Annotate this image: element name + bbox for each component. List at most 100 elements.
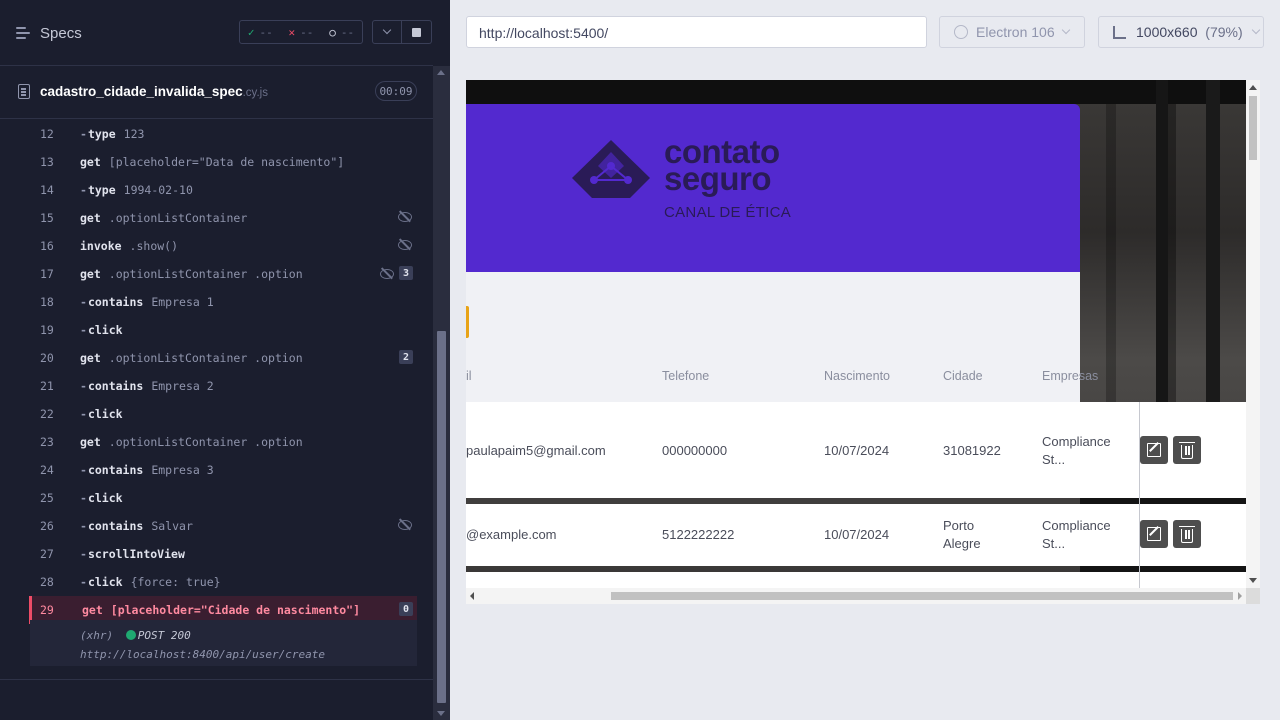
toggle-auto-scroll-button[interactable] bbox=[372, 20, 402, 44]
command-name: get bbox=[82, 603, 103, 617]
command-number: 16 bbox=[40, 239, 54, 253]
element-count-badge: 3 bbox=[399, 266, 413, 280]
viewport-info[interactable]: 1000x660 (79%) bbox=[1098, 16, 1264, 48]
command-row[interactable]: 18 contains Empresa 1 bbox=[30, 288, 417, 316]
document-icon bbox=[18, 84, 30, 99]
browser-label: Electron 106 bbox=[976, 24, 1055, 40]
spec-file-header[interactable]: cadastro_cidade_invalida_spec.cy.js 00:0… bbox=[0, 67, 433, 119]
element-count-badge: 2 bbox=[399, 350, 413, 364]
command-message: [placeholder="Cidade de nascimento"] bbox=[110, 603, 361, 617]
command-row[interactable]: 13 get [placeholder="Data de nascimento"] bbox=[30, 148, 417, 176]
scrollbar-thumb[interactable] bbox=[437, 331, 446, 703]
command-name: contains bbox=[80, 295, 143, 309]
command-row[interactable]: 21 contains Empresa 2 bbox=[30, 372, 417, 400]
command-number: 15 bbox=[40, 211, 54, 225]
command-meta: 3 bbox=[379, 266, 413, 280]
command-message: Salvar bbox=[151, 519, 193, 533]
edit-button[interactable] bbox=[1140, 520, 1168, 548]
spinner-icon: ○ bbox=[329, 25, 336, 39]
stop-icon bbox=[412, 27, 421, 37]
url-bar[interactable]: http://localhost:5400/ bbox=[466, 16, 927, 48]
command-name: click bbox=[80, 407, 123, 421]
command-name: type bbox=[80, 183, 116, 197]
command-number: 24 bbox=[40, 463, 54, 477]
th-email: il bbox=[466, 369, 472, 383]
command-row[interactable]: 16 invoke .show() bbox=[30, 232, 417, 260]
check-icon: ✓ bbox=[247, 25, 255, 39]
command-row[interactable]: 25 click bbox=[30, 484, 417, 512]
chevron-down-icon bbox=[1251, 25, 1260, 35]
command-name: contains bbox=[80, 519, 143, 533]
chevron-down-icon bbox=[1061, 25, 1070, 35]
command-name: click bbox=[80, 491, 123, 505]
scroll-down-icon[interactable] bbox=[437, 711, 445, 716]
specs-list-icon bbox=[16, 27, 30, 39]
specs-toggle[interactable]: Specs bbox=[16, 22, 82, 44]
command-name: get bbox=[80, 435, 101, 449]
command-message: .optionListContainer bbox=[108, 211, 248, 225]
aut-iframe: contato seguro CANAL DE ÉTICA il Telefon… bbox=[466, 80, 1260, 604]
command-row[interactable]: 28 click {force: true} bbox=[30, 568, 417, 596]
command-message: .optionListContainer .option bbox=[108, 351, 303, 365]
stop-button[interactable] bbox=[402, 20, 432, 44]
cypress-reporter: Specs ✓ -- ✕ -- ○ -- cadastro_cidade_invali… bbox=[0, 0, 450, 720]
scrollbar-thumb[interactable] bbox=[1249, 96, 1257, 160]
xhr-url: http://localhost:8400/api/user/create bbox=[80, 648, 326, 661]
test-stats: ✓ -- ✕ -- ○ -- bbox=[239, 20, 363, 44]
command-log: 12 type 123 13 get [placeholder="Data de nasc… bbox=[0, 120, 433, 680]
command-row[interactable]: 24 contains Empresa 3 bbox=[30, 456, 417, 484]
scroll-right-icon[interactable] bbox=[1238, 592, 1242, 600]
scroll-left-icon[interactable] bbox=[470, 592, 474, 600]
command-message: .optionListContainer .option bbox=[108, 435, 303, 449]
command-message: 123 bbox=[123, 127, 145, 141]
command-row[interactable]: 19 click bbox=[30, 316, 417, 344]
cell-birth: 10/07/2024 bbox=[824, 527, 890, 542]
command-row[interactable]: 22 click bbox=[30, 400, 417, 428]
command-number: 28 bbox=[40, 575, 54, 589]
command-message: .optionListContainer .option bbox=[108, 267, 303, 281]
command-row[interactable]: 26 contains Salvar bbox=[30, 512, 417, 540]
command-row[interactable]: 23 get .optionListContainer .option bbox=[30, 428, 417, 456]
command-number: 23 bbox=[40, 435, 54, 449]
command-name: contains bbox=[80, 463, 143, 477]
command-row[interactable]: 17 get .optionListContainer .option 3 bbox=[30, 260, 417, 288]
ruler-icon bbox=[1113, 25, 1126, 39]
th-cidade: Cidade bbox=[943, 369, 983, 383]
eye-slash-icon bbox=[397, 238, 413, 250]
command-number: 13 bbox=[40, 155, 54, 169]
th-telefone: Telefone bbox=[662, 369, 710, 383]
command-row[interactable]: 20 get .optionListContainer .option 2 bbox=[30, 344, 417, 372]
scroll-down-icon[interactable] bbox=[1249, 578, 1257, 583]
eye-slash-icon bbox=[397, 518, 413, 530]
command-row[interactable]: 15 get .optionListContainer bbox=[30, 204, 417, 232]
delete-button[interactable] bbox=[1173, 436, 1201, 464]
iframe-horizontal-scrollbar[interactable] bbox=[466, 588, 1246, 604]
logo-subtitle: CANAL DE ÉTICA bbox=[664, 204, 792, 221]
browser-selector[interactable]: Electron 106 bbox=[939, 16, 1085, 48]
command-name: click bbox=[80, 323, 123, 337]
xhr-log-entry[interactable]: (xhr) POST 200 http://localhost:8400/api… bbox=[30, 620, 417, 666]
command-row[interactable]: 14 type 1994-02-10 bbox=[30, 176, 417, 204]
scroll-up-icon[interactable] bbox=[1249, 85, 1257, 90]
specs-title: Specs bbox=[40, 24, 82, 42]
scroll-up-icon[interactable] bbox=[437, 70, 445, 75]
command-row[interactable]: 27 scrollIntoView bbox=[30, 540, 417, 568]
xhr-type: (xhr) bbox=[80, 629, 114, 642]
orange-button-edge[interactable] bbox=[466, 306, 469, 338]
command-number: 18 bbox=[40, 295, 54, 309]
reporter-scrollbar[interactable] bbox=[433, 66, 450, 720]
delete-button[interactable] bbox=[1173, 520, 1201, 548]
passed-stat: ✓ -- bbox=[247, 25, 273, 39]
iframe-vertical-scrollbar[interactable] bbox=[1246, 80, 1260, 588]
command-meta: 2 bbox=[399, 350, 413, 364]
scrollbar-thumb[interactable] bbox=[611, 592, 1233, 600]
edit-button[interactable] bbox=[1140, 436, 1168, 464]
cell-email: paulapaim5@gmail.com bbox=[466, 443, 606, 458]
command-meta bbox=[397, 238, 413, 250]
table-row: @example.com 5122222222 10/07/2024 Porto… bbox=[466, 504, 1246, 566]
command-name: get bbox=[80, 211, 101, 225]
cell-birth: 10/07/2024 bbox=[824, 443, 890, 458]
th-nascimento: Nascimento bbox=[824, 369, 890, 383]
command-row[interactable]: 12 type 123 bbox=[30, 120, 417, 148]
viewport-size: 1000x660 bbox=[1136, 24, 1198, 40]
